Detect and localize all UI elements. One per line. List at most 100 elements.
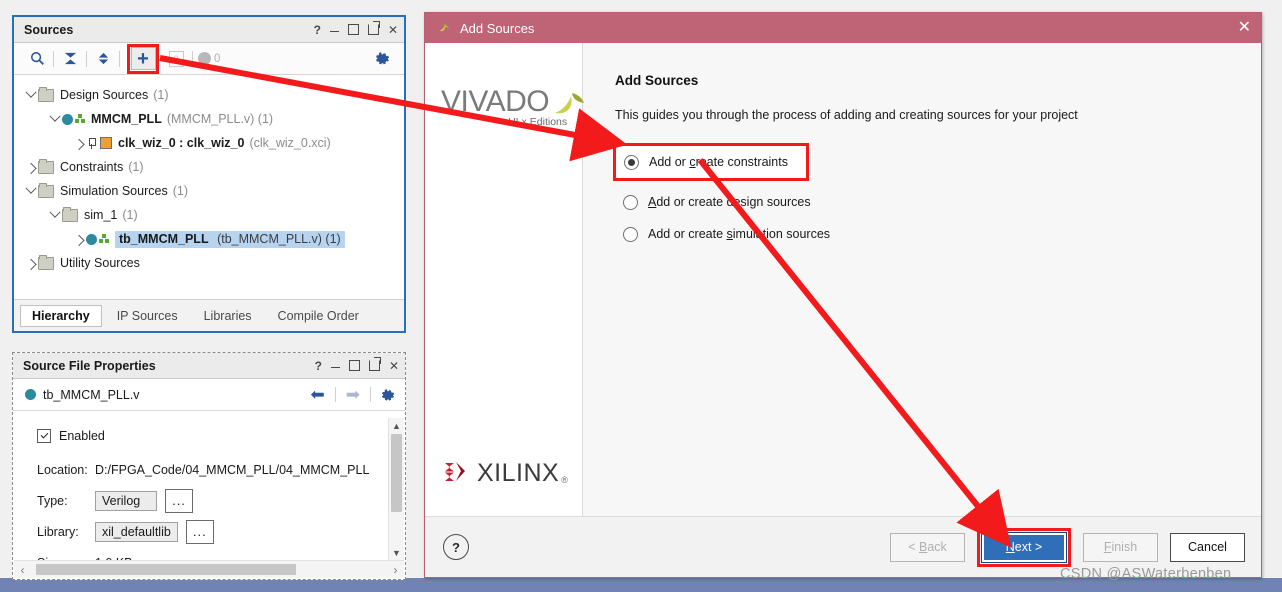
library-row: Library: xil_defaultlib ... — [13, 516, 405, 547]
twisty-down-icon[interactable] — [24, 86, 38, 99]
twisty-down-icon[interactable] — [48, 110, 62, 123]
library-field[interactable]: xil_defaultlib — [95, 521, 178, 542]
expand-collapse-icon[interactable] — [92, 48, 114, 70]
folder-icon — [38, 86, 54, 102]
twisty-right-icon[interactable] — [24, 162, 38, 175]
add-sources-highlight: + — [127, 43, 159, 74]
sources-tree[interactable]: Design Sources (1) MMCM_PLL (MMCM_PLL.v)… — [14, 76, 404, 291]
tree-item-tb-mmcm-pll[interactable]: tb_MMCM_PLL (tb_MMCM_PLL.v) (1) — [14, 227, 404, 251]
scrollbar-thumb[interactable] — [36, 564, 296, 575]
registered-mark: ® — [561, 475, 568, 485]
finish-button: Finish — [1083, 532, 1158, 562]
tab-hierarchy[interactable]: Hierarchy — [20, 304, 102, 327]
float-icon[interactable] — [367, 21, 380, 35]
source-circle-icon — [86, 233, 97, 245]
forward-arrow-icon[interactable]: ➡ — [346, 386, 360, 403]
folder-icon — [38, 254, 54, 270]
tree-item-utility-sources[interactable]: Utility Sources — [14, 251, 404, 275]
properties-panel-titlebar: Source File Properties ? ✕ — [13, 353, 405, 379]
library-label: Library: — [37, 524, 79, 539]
folder-icon — [62, 206, 78, 222]
type-row: Type: Verilog ... — [13, 485, 405, 516]
tree-item-constraints[interactable]: Constraints (1) — [14, 155, 404, 179]
location-value: D:/FPGA_Code/04_MMCM_PLL/04_MMCM_PLL — [95, 462, 370, 477]
dialog-heading: Add Sources — [615, 73, 699, 88]
sources-panel-title: Sources — [24, 22, 74, 37]
size-row: Size: 1.0 KB — [13, 547, 405, 561]
tree-item-suffix: (1) — [172, 184, 188, 198]
minimize-icon[interactable] — [330, 366, 340, 368]
toolbar-help-icon: ? — [165, 48, 187, 70]
tree-item-label: Simulation Sources — [60, 184, 168, 198]
toolbar-separator — [53, 50, 54, 67]
cancel-button[interactable]: Cancel — [1170, 532, 1245, 562]
scroll-right-icon[interactable]: › — [387, 561, 404, 578]
back-arrow-icon[interactable]: ⬅ — [311, 386, 325, 403]
radio-design-sources-icon[interactable] — [623, 194, 638, 210]
option-add-create-simulation-sources[interactable]: Add or create simulation sources — [615, 218, 1261, 250]
tree-item-mmcm-pll[interactable]: MMCM_PLL (MMCM_PLL.v) (1) — [14, 107, 404, 131]
tree-item-label: Design Sources — [60, 88, 149, 102]
maximize-icon[interactable] — [347, 24, 359, 35]
tree-item-clk-wiz-0[interactable]: clk_wiz_0 : clk_wiz_0 (clk_wiz_0.xci) — [14, 131, 404, 155]
tree-item-sim-1[interactable]: sim_1 (1) — [14, 203, 404, 227]
type-browse-button[interactable]: ... — [165, 488, 193, 513]
twisty-down-icon[interactable] — [24, 182, 38, 195]
tab-ip-sources[interactable]: IP Sources — [106, 306, 189, 326]
add-sources-button[interactable]: + — [130, 47, 156, 70]
scroll-down-icon[interactable]: ▼ — [389, 545, 404, 560]
collapse-all-icon[interactable] — [59, 48, 81, 70]
tab-compile-order[interactable]: Compile Order — [267, 306, 370, 326]
dialog-titlebar: Add Sources ✕ — [425, 13, 1261, 43]
properties-vertical-scrollbar[interactable]: ▲ ▼ — [388, 418, 404, 560]
vivado-wordmark: VIVADO — [441, 85, 550, 118]
tree-item-design-sources[interactable]: Design Sources (1) — [14, 83, 404, 107]
dialog-title: Add Sources — [460, 20, 535, 36]
next-button[interactable]: Next > — [981, 531, 1067, 563]
properties-file-name: tb_MMCM_PLL.v — [43, 387, 140, 402]
float-icon[interactable] — [368, 357, 381, 371]
option-add-create-constraints[interactable]: Add or create constraints — [616, 154, 788, 170]
twisty-right-icon[interactable] — [72, 234, 86, 247]
sources-panel: Sources ? ✕ + ? 0 Design Sources (1) MMC… — [12, 15, 406, 333]
close-icon[interactable]: ✕ — [389, 360, 399, 372]
twisty-right-icon[interactable] — [24, 258, 38, 271]
search-icon[interactable] — [26, 48, 48, 70]
dialog-content: Add Sources This guides you through the … — [583, 43, 1261, 516]
toolbar-separator — [119, 50, 120, 67]
maximize-icon[interactable] — [348, 360, 360, 371]
help-icon[interactable]: ? — [443, 534, 469, 560]
properties-horizontal-scrollbar[interactable]: ‹ › — [14, 560, 404, 578]
folder-icon — [38, 182, 54, 198]
radio-simulation-sources-icon[interactable] — [623, 226, 638, 242]
gear-icon[interactable] — [381, 388, 395, 402]
twisty-right-icon[interactable] — [72, 138, 86, 151]
tree-item-suffix: (1) — [153, 88, 169, 102]
help-icon[interactable]: ? — [314, 24, 321, 36]
enabled-row: Enabled — [13, 418, 405, 454]
library-browse-button[interactable]: ... — [185, 519, 214, 544]
help-icon[interactable]: ? — [315, 360, 322, 372]
radio-constraints-icon[interactable] — [624, 154, 639, 170]
separator — [334, 387, 336, 402]
scroll-left-icon[interactable]: ‹ — [14, 561, 31, 578]
enabled-checkbox[interactable] — [37, 429, 51, 443]
tree-item-suffix: (1) — [122, 208, 138, 222]
scrollbar-thumb[interactable] — [391, 434, 402, 512]
tab-libraries[interactable]: Libraries — [193, 306, 263, 326]
option-add-create-design-sources[interactable]: Add or create design sources — [615, 186, 1261, 218]
folder-icon — [38, 158, 54, 174]
close-icon[interactable]: ✕ — [388, 24, 398, 36]
minimize-icon[interactable] — [329, 30, 339, 32]
scroll-up-icon[interactable]: ▲ — [389, 418, 404, 433]
type-label: Type: — [37, 493, 68, 508]
dialog-description: This guides you through the process of a… — [615, 108, 1078, 122]
tree-item-suffix: (MMCM_PLL.v) (1) — [166, 112, 274, 126]
gear-icon[interactable] — [372, 48, 394, 70]
close-icon[interactable]: ✕ — [1238, 20, 1251, 36]
xilinx-logo: XILINX ® — [443, 459, 568, 488]
tree-item-simulation-sources[interactable]: Simulation Sources (1) — [14, 179, 404, 203]
toolbar-separator — [192, 50, 193, 67]
twisty-down-icon[interactable] — [48, 206, 62, 219]
type-field[interactable]: Verilog — [95, 490, 157, 511]
